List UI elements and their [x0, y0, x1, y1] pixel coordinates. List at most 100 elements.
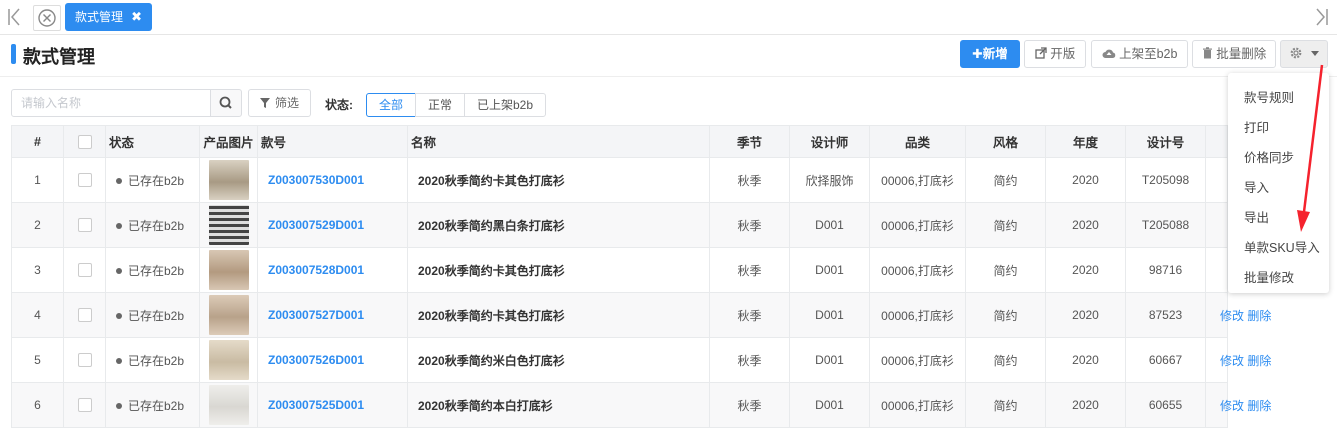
add-button[interactable]: ✚新增	[960, 40, 1020, 68]
column-header-status: 状态	[105, 125, 200, 158]
season-cell: 秋季	[709, 337, 790, 383]
product-thumbnail[interactable]	[208, 340, 249, 380]
row-status: 已存在b2b	[105, 382, 200, 428]
column-header-style: 风格	[965, 125, 1046, 158]
product-thumbnail[interactable]	[208, 385, 249, 425]
category-cell: 00006,打底衫	[869, 337, 966, 383]
column-header-design-no: 设计号	[1125, 125, 1206, 158]
status-option-normal[interactable]: 正常	[415, 93, 465, 117]
column-header-year: 年度	[1045, 125, 1126, 158]
actions-cell: 修改 删除	[1205, 292, 1271, 338]
actions-cell	[1205, 247, 1228, 293]
style-name: 2020秋季简约卡其色打底衫	[407, 292, 710, 338]
open-version-button[interactable]: 开版	[1024, 40, 1086, 68]
designer-cell: D001	[789, 202, 870, 248]
edit-link[interactable]: 修改	[1220, 399, 1244, 413]
select-all-checkbox[interactable]	[77, 134, 92, 149]
external-link-icon	[1035, 47, 1047, 59]
row-image	[199, 202, 258, 248]
table-row[interactable]: 5 已存在b2b Z003007526D001 2020秋季简约米白色打底衫 秋季 D00…	[11, 337, 1271, 383]
row-checkbox[interactable]	[77, 263, 92, 278]
style-cell: 简约	[965, 382, 1046, 428]
row-select	[63, 337, 106, 383]
designer-cell: 欣择服饰	[789, 157, 870, 203]
filter-button[interactable]: 筛选	[248, 89, 311, 117]
design-no-cell: 87523	[1125, 292, 1206, 338]
edit-link[interactable]: 修改	[1220, 309, 1244, 323]
row-checkbox[interactable]	[77, 353, 92, 368]
menu-item-code-rule[interactable]: 款号规则	[1244, 87, 1294, 106]
status-filter-label: 状态:	[325, 98, 353, 112]
table-row[interactable]: 6 已存在b2b Z003007525D001 2020秋季简约本白打底衫 秋季 D001…	[11, 382, 1271, 428]
table-row[interactable]: 1 已存在b2b Z003007530D001 2020秋季简约卡其色打底衫 秋季 欣择服…	[11, 157, 1228, 203]
table-row[interactable]: 4 已存在b2b Z003007527D001 2020秋季简约卡其色打底衫 秋季 D00…	[11, 292, 1271, 338]
close-all-tabs-button[interactable]	[33, 5, 61, 31]
status-option-on-b2b[interactable]: 已上架b2b	[464, 93, 546, 117]
status-dot-icon	[116, 178, 122, 185]
column-header-actions	[1205, 125, 1228, 158]
status-text: 已存在b2b	[128, 308, 185, 323]
row-index: 6	[11, 382, 64, 428]
product-thumbnail[interactable]	[208, 205, 249, 245]
category-cell: 00006,打底衫	[869, 382, 966, 428]
style-code-link[interactable]: Z003007528D001	[257, 247, 408, 293]
style-code-link[interactable]: Z003007525D001	[257, 382, 408, 428]
year-cell: 2020	[1045, 247, 1126, 293]
tab-style-management[interactable]: 款式管理 ✖	[65, 3, 152, 31]
column-header-code: 款号	[257, 125, 408, 158]
style-code-link[interactable]: Z003007529D001	[257, 202, 408, 248]
menu-item-print[interactable]: 打印	[1244, 117, 1269, 136]
year-cell: 2020	[1045, 292, 1126, 338]
row-checkbox[interactable]	[77, 398, 92, 413]
style-code-link[interactable]: Z003007527D001	[257, 292, 408, 338]
search-button[interactable]	[210, 89, 242, 117]
delete-link[interactable]: 删除	[1247, 399, 1271, 413]
product-thumbnail[interactable]	[208, 160, 249, 200]
edit-link[interactable]: 修改	[1220, 354, 1244, 368]
actions-cell: 修改 删除	[1205, 382, 1271, 428]
actions-cell: 修改 删除	[1205, 337, 1271, 383]
style-name: 2020秋季简约本白打底衫	[407, 382, 710, 428]
table-header-row: # 状态 产品图片 款号 名称 季节 设计师 品类 风格 年度 设计号	[11, 125, 1228, 158]
table-row[interactable]: 3 已存在b2b Z003007528D001 2020秋季简约卡其色打底衫 秋季 D00…	[11, 247, 1228, 293]
column-header-name: 名称	[407, 125, 710, 158]
batch-delete-button[interactable]: 批量删除	[1192, 40, 1276, 68]
style-code-link[interactable]: Z003007526D001	[257, 337, 408, 383]
row-status: 已存在b2b	[105, 157, 200, 203]
table-row[interactable]: 2 已存在b2b Z003007529D001 2020秋季简约黑白条打底衫 秋季 D00…	[11, 202, 1228, 248]
menu-item-price-sync[interactable]: 价格同步	[1244, 147, 1294, 166]
menu-item-import[interactable]: 导入	[1244, 177, 1269, 196]
designer-cell: D001	[789, 247, 870, 293]
title-accent-bar	[11, 44, 16, 64]
row-index: 5	[11, 337, 64, 383]
designer-cell: D001	[789, 292, 870, 338]
style-cell: 简约	[965, 292, 1046, 338]
menu-item-batch-edit[interactable]: 批量修改	[1244, 267, 1294, 286]
row-status: 已存在b2b	[105, 337, 200, 383]
column-header-season: 季节	[709, 125, 790, 158]
tab-label: 款式管理	[75, 10, 124, 24]
scroll-right-icon[interactable]	[1314, 8, 1330, 26]
search-input[interactable]	[11, 89, 211, 117]
year-cell: 2020	[1045, 202, 1126, 248]
delete-link[interactable]: 删除	[1247, 309, 1271, 323]
menu-item-export[interactable]: 导出	[1244, 207, 1269, 226]
status-option-all[interactable]: 全部	[366, 93, 416, 117]
design-no-cell: 98716	[1125, 247, 1206, 293]
row-status: 已存在b2b	[105, 292, 200, 338]
product-thumbnail[interactable]	[208, 250, 249, 290]
row-checkbox[interactable]	[77, 173, 92, 188]
upload-b2b-button[interactable]: 上架至b2b	[1091, 40, 1188, 68]
status-text: 已存在b2b	[128, 173, 185, 188]
row-select	[63, 292, 106, 338]
delete-link[interactable]: 删除	[1247, 354, 1271, 368]
row-checkbox[interactable]	[77, 218, 92, 233]
product-thumbnail[interactable]	[208, 295, 249, 335]
column-header-select	[63, 125, 106, 158]
style-table: # 状态 产品图片 款号 名称 季节 设计师 品类 风格 年度 设计号 1 已存在…	[11, 125, 1271, 428]
style-code-link[interactable]: Z003007530D001	[257, 157, 408, 203]
row-status: 已存在b2b	[105, 202, 200, 248]
scroll-left-icon[interactable]	[6, 8, 22, 26]
close-icon[interactable]: ✖	[131, 3, 142, 31]
row-checkbox[interactable]	[77, 308, 92, 323]
